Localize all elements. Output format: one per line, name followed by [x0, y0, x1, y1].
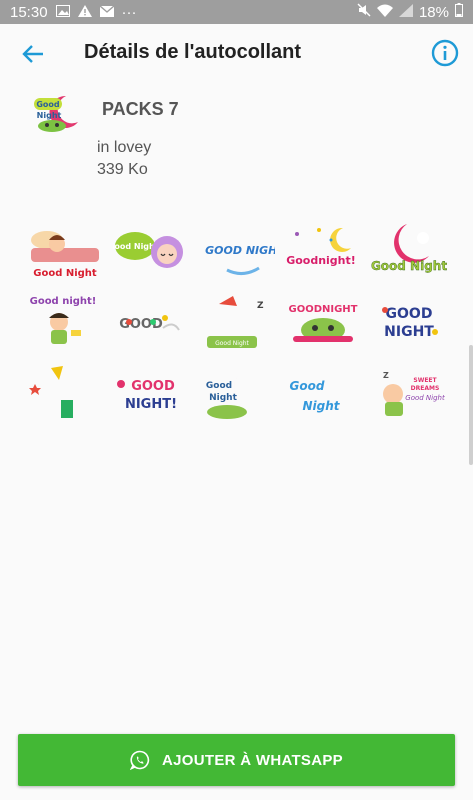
sticker[interactable]: Good Night [22, 215, 108, 287]
sticker-grid: Good Night Good Night! GOOD NIGHT Goodni… [22, 215, 454, 431]
battery-percent: 18% [418, 3, 449, 21]
mute-icon [357, 3, 371, 21]
warning-icon [77, 4, 92, 21]
svg-text:Good: Good [36, 100, 60, 109]
svg-text:DREAMS: DREAMS [411, 385, 440, 392]
sticker[interactable]: Goodnight! [280, 215, 366, 287]
add-to-whatsapp-label: AJOUTER À WHATSAPP [162, 751, 343, 769]
sticker[interactable]: Good Night [366, 215, 452, 287]
svg-text:GOOD NIGHT: GOOD NIGHT [205, 244, 275, 257]
pack-author: in lovey [97, 139, 152, 156]
svg-text:SWEET: SWEET [413, 377, 437, 384]
info-button[interactable] [430, 38, 460, 68]
pack-name: PACKS 7 [102, 99, 179, 119]
battery-icon [455, 3, 463, 21]
sticker[interactable]: Good Night! [108, 215, 194, 287]
svg-text:Goodnight!: Goodnight! [286, 254, 356, 267]
mail-icon [99, 4, 115, 21]
svg-text:Good Night: Good Night [405, 394, 445, 402]
status-bar: 15:30 ··· 18% [0, 0, 473, 24]
svg-text:Good: Good [206, 381, 232, 391]
sticker[interactable] [22, 359, 108, 431]
app-bar: Détails de l'autocollant [0, 24, 473, 82]
info-icon [431, 39, 459, 67]
svg-text:Good Night: Good Night [33, 268, 97, 279]
svg-text:Night: Night [302, 399, 340, 413]
svg-text:GOOD: GOOD [386, 306, 433, 322]
svg-text:Night: Night [37, 111, 62, 120]
sticker[interactable]: GOOD NIGHT [194, 215, 280, 287]
more-notifications: ··· [121, 3, 137, 21]
svg-text:Z: Z [257, 301, 264, 311]
add-to-whatsapp-button[interactable]: AJOUTER À WHATSAPP [18, 734, 455, 786]
sticker[interactable]: Good Night [280, 359, 366, 431]
svg-text:Good: Good [290, 379, 325, 393]
sticker[interactable]: Z Good Night [194, 287, 280, 359]
svg-text:NIGHT: NIGHT [384, 324, 434, 340]
sticker[interactable]: GOODNIGHT [280, 287, 366, 359]
svg-text:GOOD: GOOD [131, 379, 175, 394]
sticker[interactable]: GOOD [108, 287, 194, 359]
whatsapp-icon [130, 750, 150, 770]
sticker[interactable]: Good night! [22, 287, 108, 359]
svg-text:Night: Night [209, 393, 237, 403]
svg-text:GOOD: GOOD [119, 317, 163, 332]
pack-tray-icon: Good Night [32, 94, 82, 134]
pack-size: 339 Ko [97, 161, 148, 178]
wifi-icon [376, 4, 393, 21]
signal-icon [398, 3, 413, 21]
svg-text:GOODNIGHT: GOODNIGHT [289, 304, 358, 315]
status-time: 15:30 [10, 3, 48, 21]
svg-text:Good Night: Good Night [215, 340, 249, 347]
svg-text:Z: Z [383, 371, 389, 380]
svg-text:NIGHT!: NIGHT! [125, 397, 177, 412]
sticker[interactable]: GOOD NIGHT! [108, 359, 194, 431]
scrollbar[interactable] [469, 345, 473, 465]
image-icon [55, 4, 70, 21]
svg-text:Good Night: Good Night [371, 259, 447, 273]
sticker[interactable]: GOOD NIGHT [366, 287, 452, 359]
sticker[interactable]: Good Night [194, 359, 280, 431]
page-title: Détails de l'autocollant [84, 41, 302, 63]
svg-text:Good night!: Good night! [30, 296, 97, 307]
sticker[interactable]: Z SWEET DREAMS Good Night [366, 359, 452, 431]
back-button[interactable] [18, 39, 48, 69]
arrow-back-icon [22, 45, 43, 63]
